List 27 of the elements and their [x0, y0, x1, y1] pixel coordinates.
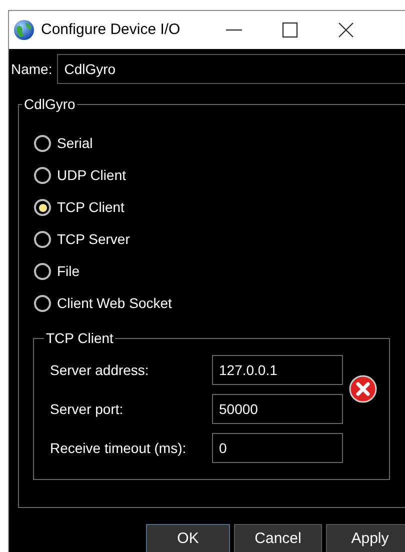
input-field[interactable]: 50000	[212, 394, 343, 424]
radio-label[interactable]: TCP Client	[57, 197, 124, 218]
radio-button[interactable]	[34, 135, 51, 152]
field-label: Server address:	[50, 360, 150, 380]
maximize-icon[interactable]	[280, 20, 300, 40]
input-field[interactable]: 127.0.0.1	[212, 355, 343, 385]
radio-button[interactable]	[34, 167, 51, 184]
radio-label[interactable]: Serial	[57, 133, 93, 154]
field-label: Server port:	[50, 400, 124, 419]
globe-icon	[13, 19, 35, 41]
name-label: Name:	[11, 60, 52, 78]
radio-label[interactable]: UDP Client	[57, 165, 126, 186]
dialog-button[interactable]: Cancel	[234, 524, 322, 552]
input-field[interactable]: 0	[212, 433, 343, 463]
radio-button[interactable]	[34, 199, 51, 216]
field-label: Receive timeout (ms):	[50, 438, 188, 458]
radio-button[interactable]	[34, 231, 51, 248]
radio-label[interactable]: Client Web Socket	[57, 293, 172, 314]
radio-button[interactable]	[34, 263, 51, 280]
close-icon[interactable]	[336, 20, 356, 40]
dialog-button[interactable]: OK	[146, 524, 230, 552]
window-title: Configure Device I/O	[41, 20, 180, 40]
name-field[interactable]: CdlGyro	[57, 54, 405, 84]
radio-button[interactable]	[34, 295, 51, 312]
radio-label[interactable]: TCP Server	[57, 229, 130, 250]
radio-label[interactable]: File	[57, 261, 80, 282]
dialog-button[interactable]: Apply	[326, 524, 405, 552]
